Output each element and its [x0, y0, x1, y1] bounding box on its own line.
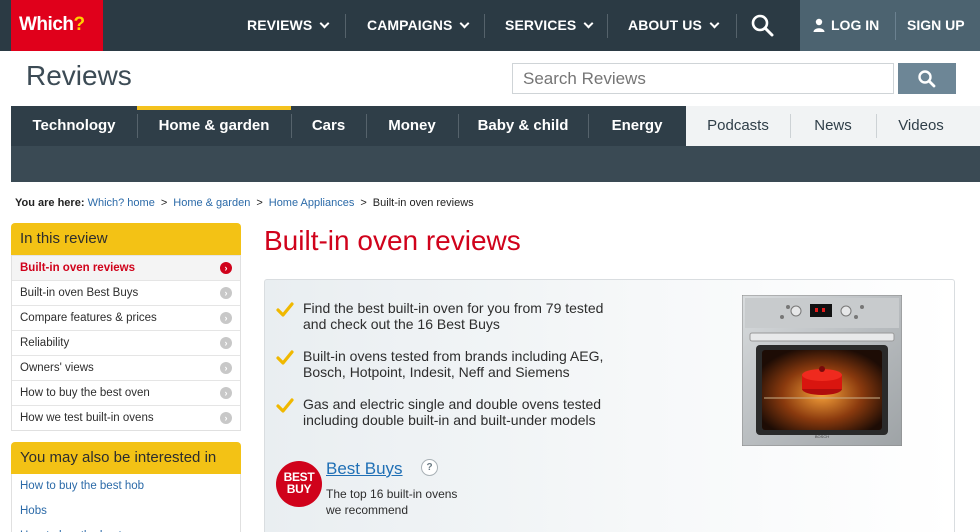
nav-reviews-label: REVIEWS	[247, 17, 313, 33]
sidebar-item-compare-features[interactable]: Compare features & prices ›	[12, 305, 240, 330]
best-buys-description-line: The top 16 built-in ovens	[326, 487, 458, 501]
bullet-text-line: Find the best built-in oven for you from…	[303, 300, 604, 316]
chevron-right-icon: ›	[220, 337, 232, 349]
sidebar-item-label: How to buy the best oven	[20, 387, 150, 399]
sidebar-item-label: How we test built-in ovens	[20, 412, 154, 424]
breadcrumb-link-home-appliances[interactable]: Home Appliances	[269, 197, 355, 209]
bullet-text-line: Bosch, Hotpoint, Indesit, Neff and Sieme…	[303, 364, 570, 380]
chevron-down-icon	[583, 18, 594, 29]
help-icon[interactable]: ?	[421, 459, 438, 476]
nav-services-label: SERVICES	[505, 17, 577, 33]
search-button[interactable]	[898, 63, 956, 94]
search-icon[interactable]	[748, 11, 776, 39]
sidebar-item-how-to-buy[interactable]: How to buy the best oven ›	[12, 380, 240, 405]
chevron-right-icon: ›	[220, 262, 232, 274]
sidebar-item-reliability[interactable]: Reliability ›	[12, 330, 240, 355]
chevron-right-icon: ›	[220, 387, 232, 399]
in-this-review-heading: In this review	[11, 223, 241, 255]
built-in-oven-image: BOSCH	[742, 295, 902, 446]
sidebar-item-built-in-oven-reviews[interactable]: Built-in oven reviews ›	[12, 255, 240, 280]
nav-services[interactable]: SERVICES	[505, 0, 594, 51]
sidebar-item-label: Built-in oven reviews	[20, 262, 136, 274]
category-news[interactable]: News	[790, 106, 876, 146]
bullet-text-line: and check out the 16 Best Buys	[303, 316, 500, 332]
category-podcasts[interactable]: Podcasts	[686, 106, 790, 146]
related-link-how-to-buy-hob[interactable]: How to buy the best hob	[12, 474, 240, 499]
category-money[interactable]: Money	[366, 106, 458, 146]
breadcrumb-current: Built-in oven reviews	[372, 197, 474, 209]
search-icon	[918, 70, 936, 88]
summary-bullet: Find the best built-in oven for you from…	[276, 300, 676, 332]
in-this-review-list: Built-in oven reviews › Built-in oven Bes…	[11, 255, 241, 431]
chevron-down-icon	[709, 18, 720, 29]
sidebar-item-owners-views[interactable]: Owners' views ›	[12, 355, 240, 380]
chevron-right-icon: ›	[220, 312, 232, 324]
category-home-garden[interactable]: Home & garden	[137, 106, 291, 146]
category-baby-child[interactable]: Baby & child	[458, 106, 588, 146]
checkmark-icon	[276, 302, 294, 317]
nav-reviews[interactable]: REVIEWS	[247, 0, 330, 51]
sidebar-item-how-we-test[interactable]: How we test built-in ovens ›	[12, 405, 240, 430]
nav-campaigns[interactable]: CAMPAIGNS	[367, 0, 470, 51]
sidebar-item-label: Owners' views	[20, 362, 94, 374]
chevron-right-icon: ›	[220, 287, 232, 299]
chevron-right-icon: ›	[220, 362, 232, 374]
login-label: LOG IN	[831, 17, 880, 33]
summary-bullet: Built-in ovens tested from brands includ…	[276, 348, 676, 380]
related-link-hobs[interactable]: Hobs	[12, 499, 240, 524]
which-logo[interactable]: Which?	[11, 0, 103, 51]
breadcrumb-prefix: You are here:	[15, 197, 85, 209]
sub-navigation-bar	[11, 146, 980, 182]
sidebar-item-label: Reliability	[20, 337, 70, 349]
bullet-text-line: Gas and electric single and double ovens…	[303, 396, 602, 412]
sidebar-item-label: Compare features & prices	[20, 312, 157, 324]
nav-divider	[736, 14, 737, 38]
bullet-text-line: Built-in ovens tested from brands includ…	[303, 348, 604, 364]
checkmark-icon	[276, 350, 294, 365]
nav-divider	[484, 14, 485, 38]
breadcrumb-link-which-home[interactable]: Which? home	[88, 197, 155, 209]
nav-about-us-label: ABOUT US	[628, 17, 702, 33]
nav-about-us[interactable]: ABOUT US	[628, 0, 720, 51]
login-button[interactable]: LOG IN	[813, 0, 879, 51]
best-buy-badge-icon: BEST BUY	[276, 461, 322, 507]
category-cars[interactable]: Cars	[291, 106, 366, 146]
breadcrumb-link-home-garden[interactable]: Home & garden	[173, 197, 250, 209]
chevron-down-icon	[319, 18, 330, 29]
also-interested-list: How to buy the best hob Hobs How to buy …	[11, 474, 241, 532]
nav-campaigns-label: CAMPAIGNS	[367, 17, 453, 33]
account-divider	[895, 12, 896, 40]
checkmark-icon	[276, 398, 294, 413]
page-title: Built-in oven reviews	[264, 225, 521, 256]
best-buys-description-line: we recommend	[326, 503, 409, 517]
chevron-right-icon: ›	[220, 412, 232, 424]
section-title: Reviews	[26, 60, 132, 91]
breadcrumb: You are here: Which? home > Home & garden >…	[15, 197, 474, 209]
logo-question-mark: ?	[73, 14, 86, 35]
best-buys-link[interactable]: Best Buys	[326, 459, 403, 479]
bullet-text-line: including double built-in and built-unde…	[303, 412, 596, 428]
sidebar-item-best-buys[interactable]: Built-in oven Best Buys ›	[12, 280, 240, 305]
svg-text:BOSCH: BOSCH	[815, 434, 829, 439]
category-technology[interactable]: Technology	[11, 106, 137, 146]
nav-divider	[607, 14, 608, 38]
nav-divider	[345, 14, 346, 38]
best-buy-badge-line: BUY	[286, 482, 312, 496]
user-icon	[813, 18, 825, 32]
search-input[interactable]	[512, 63, 894, 94]
category-energy[interactable]: Energy	[588, 106, 686, 146]
also-interested-heading: You may also be interested in	[11, 442, 241, 474]
category-videos[interactable]: Videos	[876, 106, 966, 146]
sidebar-item-label: Built-in oven Best Buys	[20, 287, 139, 299]
chevron-down-icon	[459, 18, 470, 29]
best-buys-description: The top 16 built-in ovens we recommend	[326, 486, 496, 518]
signup-button[interactable]: SIGN UP	[907, 0, 965, 51]
related-link-how-to-buy[interactable]: How to buy the best	[12, 524, 240, 532]
logo-text: Which	[19, 14, 74, 35]
summary-bullet: Gas and electric single and double ovens…	[276, 396, 676, 428]
